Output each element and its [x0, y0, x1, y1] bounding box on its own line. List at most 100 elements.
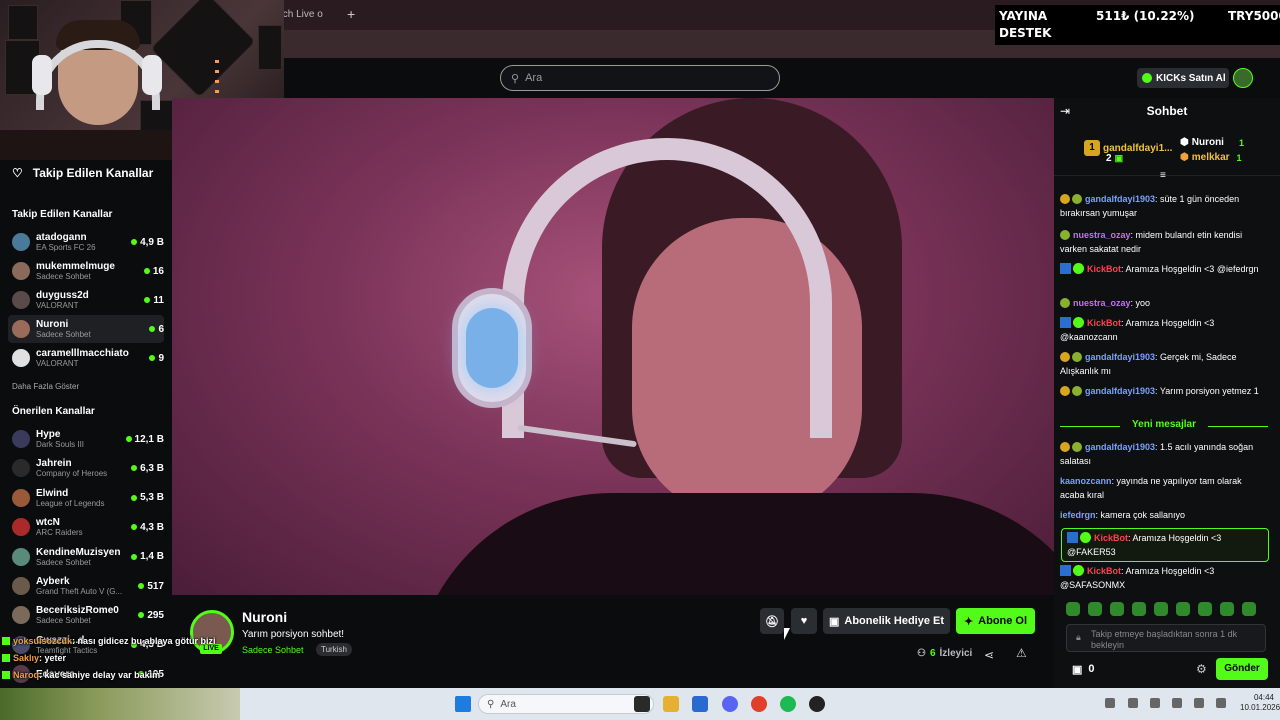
- chat-bot-message: KickBot: Aramıza Hoşgeldin <3 @FAKER53: [1061, 528, 1269, 562]
- taskbar-search[interactable]: ⚲ Ara: [478, 694, 654, 714]
- user-avatar[interactable]: [1233, 68, 1253, 88]
- viewer-label: İzleyici: [939, 648, 973, 659]
- tray-icon[interactable]: [1150, 698, 1160, 708]
- emote-icon[interactable]: [1066, 602, 1080, 616]
- clock[interactable]: 04:44 10.01.2026: [1240, 693, 1280, 713]
- sidebar-channel-item[interactable]: mukemmelmuge Sadece Sohbet 16: [8, 257, 164, 285]
- chat-username[interactable]: iefedrgn: [1060, 510, 1096, 520]
- stream-category[interactable]: Sadece Sohbet: [242, 645, 304, 655]
- spotify-icon[interactable]: [780, 696, 796, 712]
- channel-text: mukemmelmuge Sadece Sohbet: [36, 261, 144, 281]
- gift-icon: ▣: [1114, 153, 1124, 163]
- video-body: [412, 493, 1054, 595]
- streamer-name[interactable]: Nuroni: [242, 609, 287, 625]
- overlay-chat-line: Saklıy: yeter: [2, 653, 66, 663]
- chat-username[interactable]: gandalfdayi1903: [1085, 386, 1155, 396]
- chat-username[interactable]: gandalfdayi1903: [1085, 194, 1155, 204]
- discord-icon[interactable]: [722, 696, 738, 712]
- subscribe-button[interactable]: ✦ Abone Ol: [956, 608, 1035, 634]
- battery-icon[interactable]: [1216, 698, 1226, 708]
- emote-icon[interactable]: [1110, 602, 1124, 616]
- search-input[interactable]: ⚲ Ara: [500, 65, 780, 91]
- emote-icon[interactable]: [1154, 602, 1168, 616]
- channel-text: KendineMuzisyen Sadece Sohbet: [36, 547, 131, 567]
- chat-username[interactable]: KickBot: [1094, 533, 1128, 543]
- sidebar-channel-item[interactable]: wtcN ARC Raiders 4,3 B: [8, 513, 164, 541]
- emote-icon[interactable]: [1176, 602, 1190, 616]
- chat-username[interactable]: gandalfdayi1903: [1085, 352, 1155, 362]
- app-icon[interactable]: [809, 696, 825, 712]
- gear-icon[interactable]: ⚙: [1196, 662, 1207, 676]
- channel-name: Hype: [36, 429, 61, 440]
- chat-username[interactable]: KickBot: [1087, 566, 1121, 576]
- kicks-buy-button[interactable]: KICKs Satın Al: [1137, 68, 1229, 88]
- volume-icon[interactable]: [1194, 698, 1204, 708]
- chat-username[interactable]: gandalfdayi1903: [1085, 442, 1155, 452]
- task-view-icon[interactable]: [634, 696, 650, 712]
- sidebar-channel-item[interactable]: Jahrein Company of Heroes 6,3 B: [8, 454, 164, 482]
- channel-viewers: 12,1 B: [125, 434, 164, 445]
- verified-badge-icon: [1073, 263, 1084, 274]
- sidebar-channel-item[interactable]: Ayberk Grand Theft Auto V (G... 517: [8, 572, 164, 600]
- channel-name: Ayberk: [36, 576, 70, 587]
- emote-icon[interactable]: [1088, 602, 1102, 616]
- badge-icon: [2, 654, 10, 662]
- channel-viewer-count: 6,3 B: [140, 462, 164, 474]
- gift-counter[interactable]: ▣ 0: [1072, 663, 1095, 676]
- chat-username[interactable]: kaanozcann: [1060, 476, 1112, 486]
- browser-tab[interactable]: tch Live o: [280, 5, 342, 25]
- sidebar-channel-item[interactable]: Elwind League of Legends 5,3 B: [8, 484, 164, 512]
- following-header[interactable]: ♡ Takip Edilen Kanallar: [12, 166, 153, 180]
- chat-username[interactable]: nuestra_ozay: [1073, 298, 1131, 308]
- emote-icon[interactable]: [1220, 602, 1234, 616]
- leader-first-count: 2 ▣: [1106, 153, 1123, 164]
- leader-third[interactable]: ⬢ melkkar 1: [1180, 152, 1242, 163]
- notifications-button[interactable]: 🔕︎: [760, 608, 784, 634]
- leader-second[interactable]: ⬢ Nuroni 1: [1180, 137, 1244, 148]
- tray-icon[interactable]: [1105, 698, 1115, 708]
- leader-first[interactable]: 1 gandalfdayi1...: [1084, 140, 1172, 156]
- video-player[interactable]: [172, 98, 1054, 595]
- follow-button[interactable]: ♥: [791, 608, 817, 634]
- sidebar-channel-item[interactable]: atadogann EA Sports FC 26 4,9 B: [8, 228, 164, 256]
- channel-text: caramelllmacchiato VALORANT: [36, 348, 149, 368]
- language-tag[interactable]: Turkish: [316, 643, 352, 656]
- sidebar-channel-item[interactable]: duyguss2d VALORANT 11: [8, 286, 164, 314]
- sub-badge-icon: [1072, 386, 1082, 396]
- network-icon[interactable]: [1172, 698, 1182, 708]
- sidebar-channel-item[interactable]: Nuroni Sadece Sohbet 6: [8, 315, 164, 343]
- overlay-chat-line: yoksulsozcuk: nası gidicez bu ablaya göt…: [2, 636, 216, 646]
- chat-username[interactable]: nuestra_ozay: [1073, 230, 1131, 240]
- chat-username[interactable]: KickBot: [1087, 264, 1121, 274]
- chat-username[interactable]: KickBot: [1087, 318, 1121, 328]
- channel-viewers: 295: [138, 610, 164, 621]
- channel-viewers: 4,9 B: [131, 237, 164, 248]
- overlay-chat-text: : yeter: [39, 653, 67, 663]
- emote-icon[interactable]: [1242, 602, 1256, 616]
- file-explorer-icon[interactable]: [663, 696, 679, 712]
- sidebar-channel-item[interactable]: caramelllmacchiato VALORANT 9: [8, 344, 164, 372]
- chrome-icon[interactable]: [751, 696, 767, 712]
- new-messages-divider[interactable]: Yeni mesajlar: [1060, 419, 1268, 430]
- windows-start-icon[interactable]: [455, 696, 471, 712]
- channel-name: atadogann: [36, 232, 87, 243]
- gift-count-value: 0: [1088, 663, 1095, 675]
- emote-icon[interactable]: [1198, 602, 1212, 616]
- sidebar-channel-item[interactable]: BeceriksizRome0 Sadece Sohbet 295: [8, 601, 164, 629]
- headphone-cup: [142, 55, 162, 95]
- sidebar-channel-item[interactable]: KendineMuzisyen Sadece Sohbet 1,4 B: [8, 543, 164, 571]
- channel-name: Nuroni: [36, 319, 69, 330]
- new-tab-button[interactable]: +: [347, 5, 355, 23]
- chat-input[interactable]: Takip etmeye başladıktan sonra 1 dk bekl…: [1066, 624, 1266, 652]
- sidebar-channel-item[interactable]: Hype Dark Souls III 12,1 B: [8, 425, 164, 453]
- store-icon[interactable]: [692, 696, 708, 712]
- gift-subscription-button[interactable]: ▣ Abonelik Hediye Et: [823, 608, 950, 634]
- send-button[interactable]: Gönder: [1216, 658, 1268, 680]
- emote-icon[interactable]: [1132, 602, 1146, 616]
- channel-category: League of Legends: [36, 498, 105, 508]
- pinned-toggle-icon[interactable]: ≡: [1160, 170, 1166, 181]
- share-icon[interactable]: ⋖: [984, 648, 994, 662]
- tray-icon[interactable]: [1128, 698, 1138, 708]
- show-more-link[interactable]: Daha Fazla Göster: [12, 382, 79, 391]
- report-icon[interactable]: ⚠: [1016, 646, 1027, 660]
